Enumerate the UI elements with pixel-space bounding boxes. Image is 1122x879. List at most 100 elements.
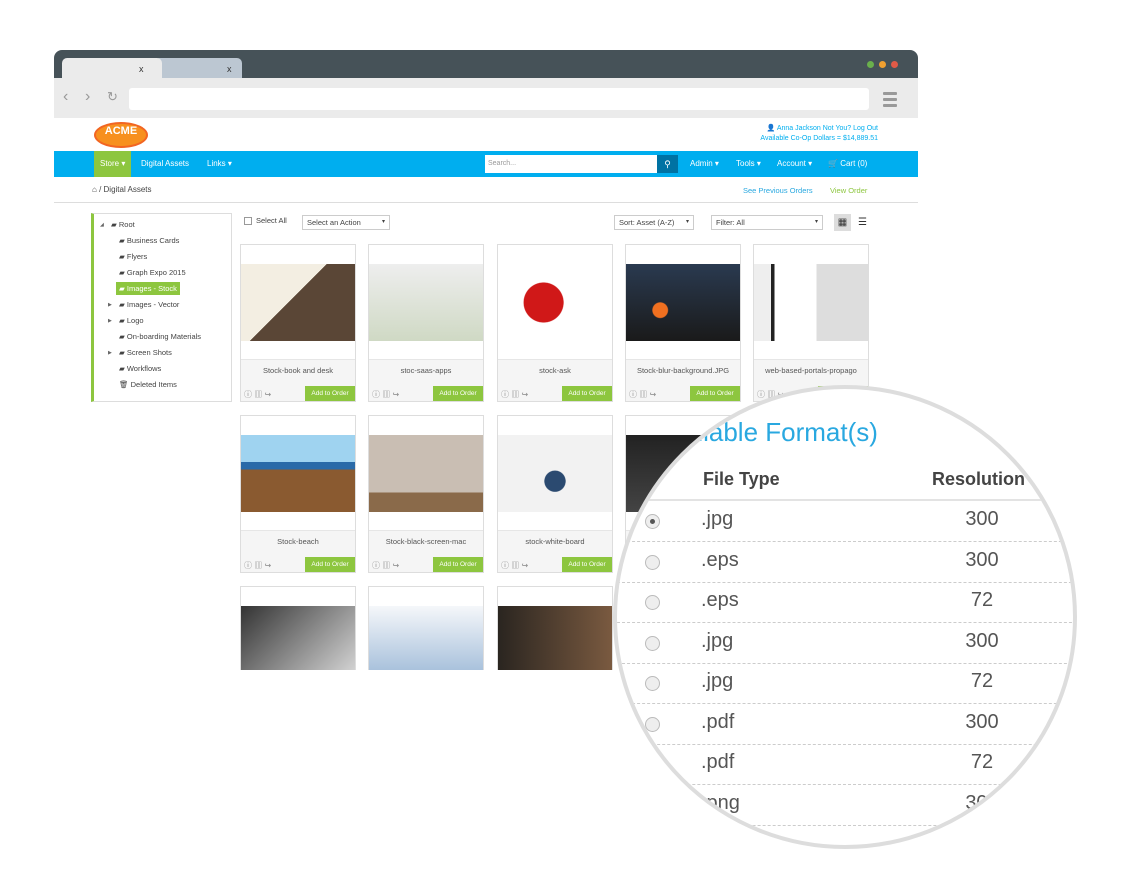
share-icon[interactable]: ↪	[521, 390, 528, 399]
stats-icon[interactable]: ▥	[511, 561, 519, 570]
expand-arrow-icon[interactable]: ▶	[108, 350, 112, 356]
info-icon[interactable]: ⓘ	[629, 390, 637, 399]
share-icon[interactable]: ↪	[392, 390, 399, 399]
forward-icon[interactable]: ›	[85, 88, 90, 106]
format-row[interactable]: .jpg 300	[617, 502, 1073, 542]
maximize-icon[interactable]	[867, 61, 874, 68]
add-to-order-button[interactable]: Add to Order	[562, 386, 612, 401]
stats-icon[interactable]: ▥	[382, 561, 390, 570]
asset-card[interactable]	[368, 586, 484, 670]
add-to-order-button[interactable]: Add to Order	[433, 386, 483, 401]
close-tab-icon[interactable]: x	[227, 64, 232, 74]
format-radio[interactable]	[645, 514, 660, 529]
tree-item[interactable]: ▰ Business Cards	[116, 234, 182, 247]
browser-menu-icon[interactable]	[883, 92, 897, 110]
tree-item[interactable]: 🗑 Deleted Items	[116, 378, 180, 391]
nav-admin[interactable]: Admin ▾	[684, 151, 725, 177]
info-icon[interactable]: ⓘ	[244, 561, 252, 570]
tree-item[interactable]: ▰ Workflows	[116, 362, 164, 375]
format-radio[interactable]	[645, 797, 660, 813]
asset-card[interactable]	[240, 586, 356, 670]
see-previous-orders-link[interactable]: See Previous Orders	[743, 186, 813, 195]
format-row[interactable]: .jpg 300	[617, 624, 1073, 664]
share-icon[interactable]: ↪	[264, 561, 271, 570]
format-row[interactable]: .pdf 300	[617, 705, 1073, 745]
sort-select[interactable]: Sort: Asset (A-Z) ▾	[614, 215, 694, 230]
asset-card[interactable]: Stock-book and desk ⓘ ▥ ↪ Add to Order	[240, 244, 356, 402]
browser-tab-2[interactable]: x	[154, 58, 242, 78]
format-row[interactable]: .eps 300	[617, 543, 1073, 583]
search-button[interactable]: ⚲	[657, 155, 678, 173]
tree-item[interactable]: ▰ On-boarding Materials	[116, 330, 204, 343]
info-icon[interactable]: ⓘ	[501, 390, 509, 399]
share-icon[interactable]: ↪	[649, 390, 656, 399]
nav-tools[interactable]: Tools ▾	[730, 151, 767, 177]
asset-thumbnail[interactable]	[241, 264, 355, 341]
stats-icon[interactable]: ▥	[511, 390, 519, 399]
nav-cart[interactable]: 🛒 Cart (0)	[822, 151, 873, 177]
share-icon[interactable]: ↪	[264, 390, 271, 399]
stats-icon[interactable]: ▥	[254, 390, 262, 399]
close-window-icon[interactable]	[891, 61, 898, 68]
asset-thumbnail[interactable]	[498, 435, 612, 512]
add-to-order-button[interactable]: Add to Order	[305, 386, 355, 401]
asset-card[interactable]: Stock-beach ⓘ ▥ ↪ Add to Order	[240, 415, 356, 573]
asset-thumbnail[interactable]	[241, 435, 355, 512]
asset-thumbnail[interactable]	[241, 606, 355, 670]
format-row[interactable]: .jpg 72	[617, 664, 1073, 704]
asset-thumbnail[interactable]	[754, 264, 868, 341]
minimize-icon[interactable]	[879, 61, 886, 68]
format-radio[interactable]	[645, 716, 660, 732]
reload-icon[interactable]: ↻	[107, 89, 118, 105]
stats-icon[interactable]: ▥	[382, 390, 390, 399]
info-icon[interactable]: ⓘ	[757, 390, 765, 399]
back-icon[interactable]: ‹	[63, 88, 68, 106]
collapse-arrow-icon[interactable]: ◢	[100, 222, 104, 228]
acme-logo[interactable]: ACME	[94, 122, 148, 148]
asset-thumbnail[interactable]	[369, 435, 483, 512]
info-icon[interactable]: ⓘ	[501, 561, 509, 570]
nav-store[interactable]: Store ▾	[94, 151, 132, 177]
add-to-order-button[interactable]: Add to Order	[562, 557, 612, 572]
browser-tab-1[interactable]: x	[62, 58, 162, 78]
asset-card[interactable]: web-based-portals-propagoⓘ ▥ ↪Add to Ord…	[753, 244, 869, 402]
asset-card[interactable]	[497, 586, 613, 670]
nav-digital-assets[interactable]: Digital Assets	[135, 151, 195, 177]
asset-card[interactable]: Stock-black-screen-mac ⓘ ▥ ↪ Add to Order	[368, 415, 484, 573]
address-bar[interactable]	[129, 88, 869, 110]
tree-item[interactable]: ▰ Logo	[116, 314, 147, 327]
format-radio[interactable]	[645, 635, 660, 651]
asset-card[interactable]: stock-white-board ⓘ ▥ ↪ Add to Order	[497, 415, 613, 573]
action-select[interactable]: Select an Action ▾	[302, 215, 390, 230]
asset-card[interactable]: Stock-blur-background.JPG ⓘ ▥ ↪ Add to Ord…	[625, 244, 741, 402]
info-icon[interactable]: ⓘ	[244, 390, 252, 399]
tree-item[interactable]: ▰ Images - Vector	[116, 298, 182, 311]
asset-thumbnail[interactable]	[369, 606, 483, 670]
tree-item[interactable]: ▰ Images - Stock	[116, 282, 180, 295]
stats-icon[interactable]: ▥	[639, 390, 647, 399]
search-input[interactable]: Search...	[485, 155, 657, 173]
info-icon[interactable]: ⓘ	[372, 390, 380, 399]
add-to-order-button[interactable]: Add to Order	[305, 557, 355, 572]
nav-account[interactable]: Account ▾	[771, 151, 818, 177]
tree-item[interactable]: ▰ Flyers	[116, 250, 150, 263]
tree-item[interactable]: ▰ Screen Shots	[116, 346, 175, 359]
filter-select[interactable]: Filter: All ▾	[711, 215, 823, 230]
user-line[interactable]: Anna Jackson Not You? Log Out	[777, 125, 878, 132]
tree-item[interactable]: ▰ Root	[108, 218, 138, 231]
format-radio[interactable]	[645, 676, 660, 691]
format-row[interactable]: .pdf 72	[617, 745, 1073, 785]
share-icon[interactable]: ↪	[392, 561, 399, 570]
view-order-link[interactable]: View Order	[830, 186, 867, 195]
add-to-order-button[interactable]: Add to Order	[433, 557, 483, 572]
nav-links[interactable]: Links ▾	[201, 151, 238, 177]
grid-view-icon[interactable]: ▦	[834, 214, 851, 231]
format-row[interactable]: .png 300	[617, 786, 1073, 826]
close-tab-icon[interactable]: x	[139, 64, 144, 74]
info-icon[interactable]: ⓘ	[372, 561, 380, 570]
format-radio[interactable]	[645, 554, 660, 570]
expand-arrow-icon[interactable]: ▶	[108, 318, 112, 324]
expand-arrow-icon[interactable]: ▶	[108, 302, 112, 308]
home-icon[interactable]: ⌂	[92, 185, 99, 194]
format-radio[interactable]	[645, 757, 660, 772]
